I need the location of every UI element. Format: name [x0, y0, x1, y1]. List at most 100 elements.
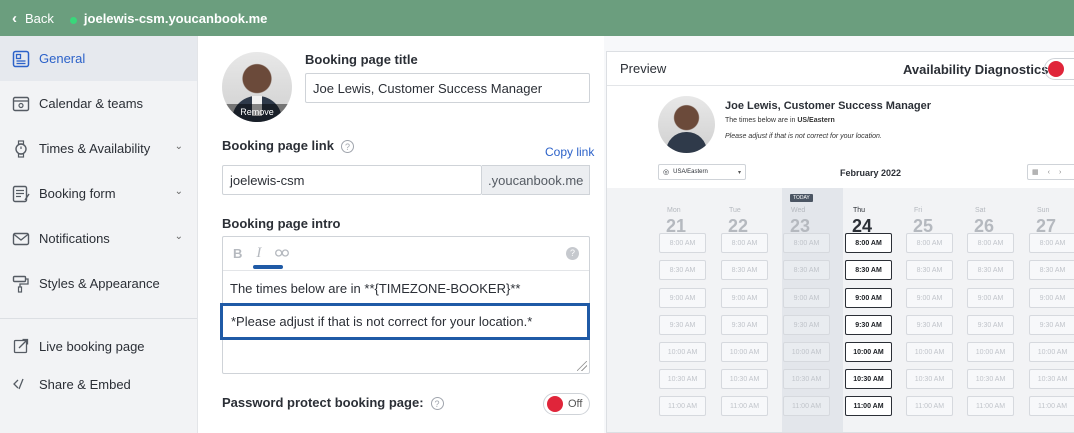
time-slot: 10:00 AM — [1029, 342, 1074, 362]
time-slot[interactable]: 8:00 AM — [845, 233, 892, 253]
time-slot: 10:30 AM — [721, 369, 768, 389]
time-slot: 10:00 AM — [659, 342, 706, 362]
booking-page-title-label: Booking page title — [305, 52, 418, 67]
time-slot[interactable]: 9:00 AM — [845, 288, 892, 308]
sidebar-item-booking-form[interactable]: Booking form ⌄ — [0, 171, 197, 216]
calendar-day-thu: Thu 24 8:00 AM 8:30 AM 9:00 AM 9:30 AM 10:00 A… — [844, 188, 905, 432]
intro-line-timezone: The times below are in **{TIMEZONE-BOOKE… — [230, 281, 521, 296]
time-slot: 8:30 AM — [906, 260, 953, 280]
time-slot: 10:30 AM — [659, 369, 706, 389]
calendar-icon[interactable]: ▦ — [1032, 168, 1039, 176]
day-of-week: Wed — [791, 207, 806, 214]
booking-page-intro-editor[interactable]: B I ? The times below are in **{TIMEZONE… — [220, 236, 590, 374]
help-icon[interactable]: ? — [340, 140, 354, 154]
profile-avatar[interactable]: Remove — [222, 52, 292, 122]
day-of-week: Mon — [667, 207, 681, 214]
time-slot[interactable]: 8:30 AM — [845, 260, 892, 280]
time-slot: 11:00 AM — [721, 396, 768, 416]
sidebar-link-live-booking-page[interactable]: Live booking page — [0, 327, 197, 365]
time-slot[interactable]: 10:30 AM — [845, 369, 892, 389]
mail-icon — [11, 229, 31, 249]
preview-timezone-value: USA/Eastern — [673, 169, 708, 175]
sidebar-link-share-embed[interactable]: Share & Embed — [0, 365, 197, 403]
calendar-day-tue: Tue 22 8:00 AM 8:30 AM 9:00 AM 9:30 AM 10:00 A… — [720, 188, 781, 432]
time-slot: 8:30 AM — [783, 260, 830, 280]
sidebar-item-label: Notifications — [39, 231, 110, 246]
resize-handle-icon[interactable] — [577, 361, 587, 371]
sidebar-item-notifications[interactable]: Notifications ⌄ — [0, 216, 197, 261]
time-slot: 11:00 AM — [967, 396, 1014, 416]
password-protect-label: Password protect booking page:? — [222, 395, 444, 411]
time-slot: 9:30 AM — [1029, 315, 1074, 335]
calendar-day-fri: Fri 25 8:00 AM 8:30 AM 9:00 AM 9:30 AM 10:00 A… — [905, 188, 966, 432]
time-slot: 10:30 AM — [783, 369, 830, 389]
preview-timezone-select[interactable]: ◎ USA/Eastern ▾ — [658, 164, 746, 180]
bold-button[interactable]: B — [233, 246, 242, 261]
editor-help-icon[interactable]: ? — [566, 247, 579, 260]
time-slot: 8:30 AM — [967, 260, 1014, 280]
time-slot[interactable]: 10:00 AM — [845, 342, 892, 362]
booking-page-link-input[interactable]: joelewis-csm — [222, 165, 482, 195]
time-slot: 11:00 AM — [659, 396, 706, 416]
availability-diagnostics-label: Availability Diagnostics — [903, 62, 1049, 77]
external-link-icon — [11, 336, 31, 356]
booking-page-link-value: joelewis-csm — [230, 172, 305, 188]
sidebar-item-general[interactable]: General — [0, 36, 197, 81]
password-protect-toggle[interactable]: Off — [543, 393, 590, 415]
chevron-right-icon[interactable]: › — [1059, 169, 1061, 176]
site-indicator: joelewis-csm.youcanbook.me — [69, 11, 267, 26]
italic-button[interactable]: I — [256, 245, 261, 262]
preview-tab-label: Preview — [620, 61, 667, 76]
time-slot: 8:00 AM — [1029, 233, 1074, 253]
sidebar-divider — [0, 318, 197, 319]
time-slot: 9:30 AM — [659, 315, 706, 335]
booking-page-title-value: Joe Lewis, Customer Success Manager — [313, 80, 543, 96]
link-icon[interactable] — [275, 246, 290, 261]
copy-link-button[interactable]: Copy link — [545, 145, 594, 159]
time-slot[interactable]: 11:00 AM — [845, 396, 892, 416]
time-slot: 8:00 AM — [783, 233, 830, 253]
toggle-knob — [1048, 61, 1064, 77]
sidebar-item-styles-appearance[interactable]: Styles & Appearance — [0, 261, 197, 306]
intro-line-adjust-highlighted[interactable]: *Please adjust if that is not correct fo… — [220, 303, 590, 340]
back-button[interactable]: ‹ Back — [12, 10, 54, 27]
help-icon[interactable]: ? — [430, 397, 444, 411]
time-slot[interactable]: 9:30 AM — [845, 315, 892, 335]
booking-page-title-input[interactable]: Joe Lewis, Customer Success Manager — [305, 73, 590, 103]
time-slot: 9:00 AM — [659, 288, 706, 308]
time-slot: 10:00 AM — [906, 342, 953, 362]
time-slot: 9:30 AM — [783, 315, 830, 335]
preview-panel: Preview Availability Diagnostics Joe Lew… — [606, 51, 1074, 433]
paint-roller-icon — [11, 274, 31, 294]
time-slot: 11:00 AM — [1029, 396, 1074, 416]
back-label: Back — [25, 10, 54, 26]
time-slot: 8:00 AM — [721, 233, 768, 253]
preview-avatar — [658, 96, 715, 153]
calendar-day-mon: Mon 21 8:00 AM 8:30 AM 9:00 AM 9:30 AM 10:00 A… — [658, 188, 719, 432]
time-slot: 8:00 AM — [659, 233, 706, 253]
time-slot: 9:30 AM — [721, 315, 768, 335]
chevron-left-icon[interactable]: ‹ — [1048, 169, 1050, 176]
preview-month: February 2022 — [840, 168, 902, 178]
booking-page-intro-label: Booking page intro — [222, 216, 341, 231]
sidebar-item-calendar-teams[interactable]: Calendar & teams — [0, 81, 197, 126]
time-slot: 11:00 AM — [783, 396, 830, 416]
time-slot: 10:00 AM — [967, 342, 1014, 362]
day-of-week: Sun — [1037, 207, 1050, 214]
today-badge: TODAY — [790, 194, 813, 202]
time-slot: 8:30 AM — [721, 260, 768, 280]
general-settings-form: Remove Booking page title Joe Lewis, Cus… — [198, 36, 604, 433]
calendar-day-sun: Sun 27 8:00 AM 8:30 AM 9:00 AM 9:30 AM 10:00 A… — [1028, 188, 1074, 432]
avatar-remove-button[interactable]: Remove — [222, 104, 292, 122]
sidebar-link-label: Share & Embed — [39, 376, 131, 392]
day-of-week: Tue — [729, 207, 741, 214]
day-of-week: Sat — [975, 207, 986, 214]
chevron-down-icon: ⌄ — [174, 231, 183, 242]
availability-diagnostics-toggle[interactable] — [1044, 58, 1074, 80]
sidebar-item-times-availability[interactable]: Times & Availability ⌄ — [0, 126, 197, 171]
sidebar-item-label: Booking form — [39, 186, 116, 201]
top-bar: ‹ Back joelewis-csm.youcanbook.me — [0, 0, 1074, 36]
sidebar-item-label: General — [39, 51, 86, 66]
sidebar-item-label: Times & Availability — [39, 141, 151, 156]
preview-note: Please adjust if that is not correct for… — [725, 133, 882, 140]
